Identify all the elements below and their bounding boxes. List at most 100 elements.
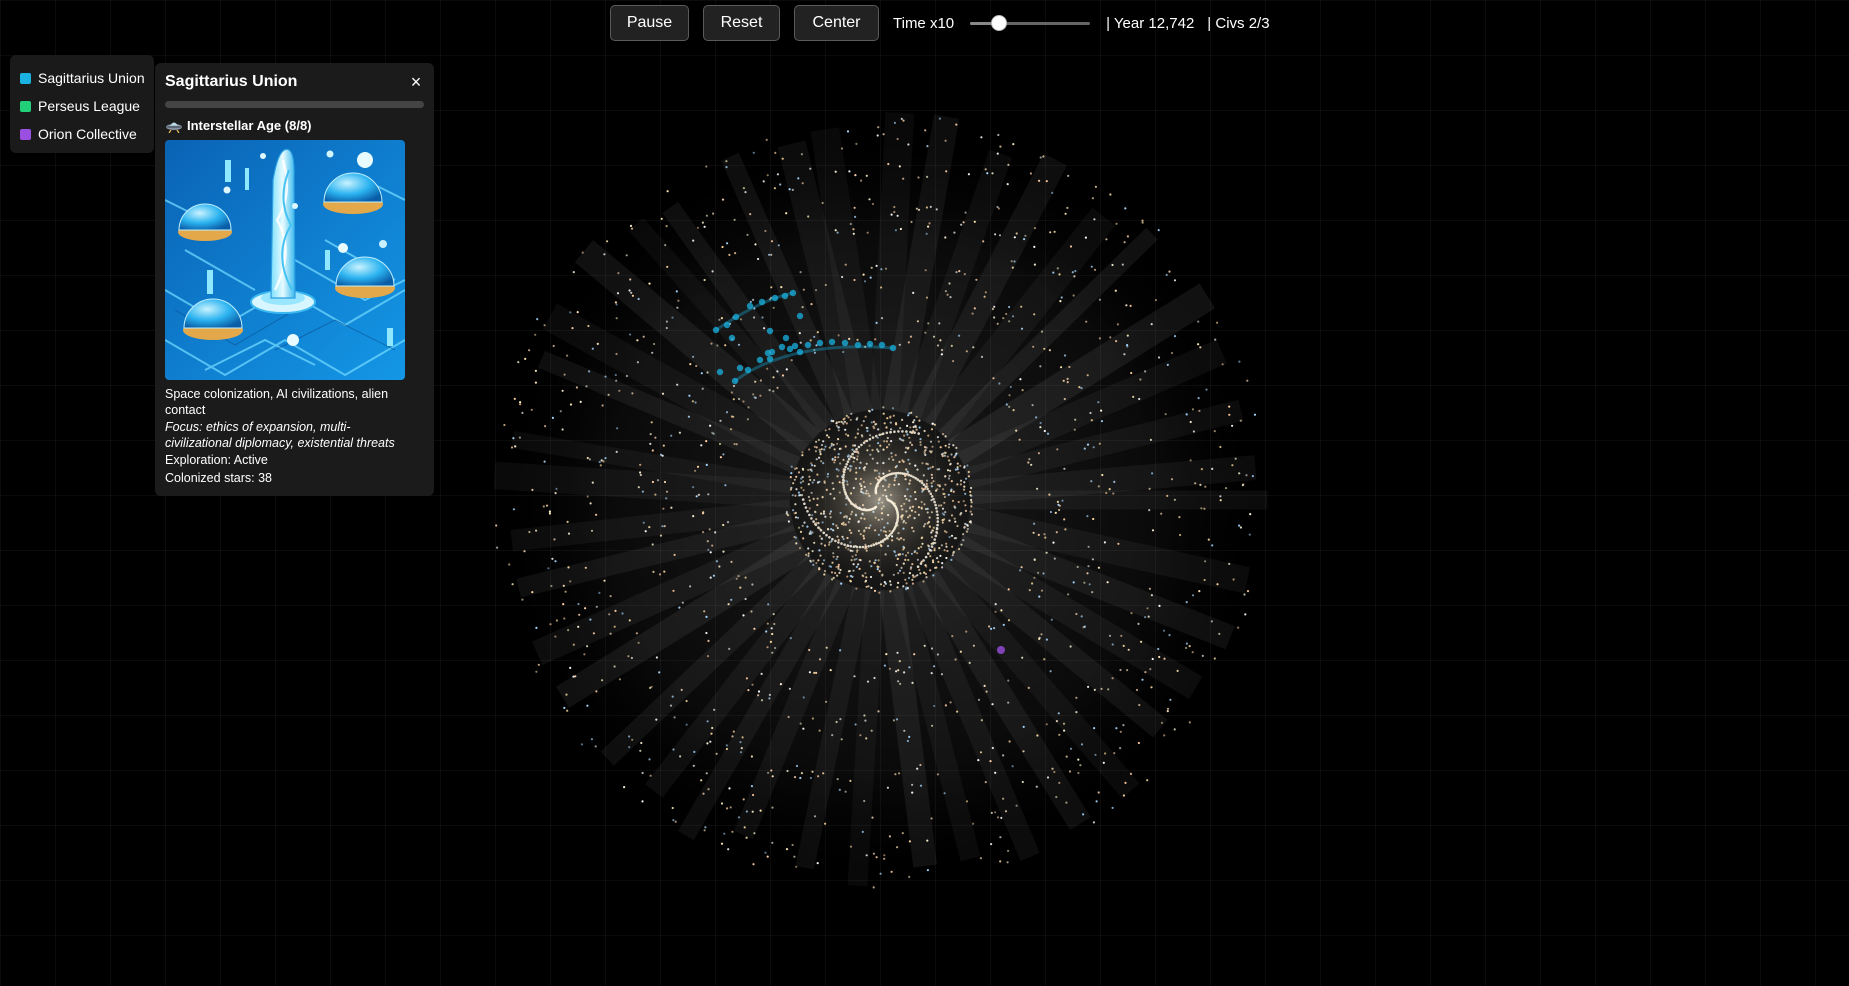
close-icon[interactable]: × xyxy=(408,73,424,91)
colonized-star[interactable] xyxy=(796,312,804,320)
star xyxy=(1063,467,1066,470)
star xyxy=(924,269,927,272)
star xyxy=(777,244,780,247)
star xyxy=(1188,645,1191,648)
colonized-star[interactable] xyxy=(804,341,812,349)
pause-button[interactable]: Pause xyxy=(610,5,689,41)
star xyxy=(862,273,865,276)
star xyxy=(662,507,665,510)
star xyxy=(1093,688,1096,692)
legend-item-sagittarius-union[interactable]: Sagittarius Union xyxy=(20,64,154,92)
star xyxy=(578,613,581,616)
star xyxy=(888,835,892,838)
legend-item-perseus-league[interactable]: Perseus League xyxy=(20,92,154,120)
star xyxy=(938,117,942,120)
star xyxy=(709,424,712,427)
reset-button[interactable]: Reset xyxy=(703,5,780,41)
star xyxy=(1049,231,1052,234)
star xyxy=(818,729,821,732)
star xyxy=(799,776,802,780)
star xyxy=(1048,493,1051,496)
colonized-star[interactable] xyxy=(766,327,774,335)
star xyxy=(740,747,743,750)
star xyxy=(1148,487,1151,490)
colonized-star[interactable] xyxy=(786,345,794,353)
star xyxy=(908,840,912,843)
star xyxy=(953,231,956,234)
star xyxy=(674,820,677,823)
star xyxy=(936,344,940,347)
star xyxy=(572,643,575,646)
center-button[interactable]: Center xyxy=(794,5,879,41)
star xyxy=(989,760,992,763)
star xyxy=(1205,388,1208,391)
star xyxy=(838,788,841,791)
colonized-star[interactable] xyxy=(736,364,744,372)
star xyxy=(944,290,948,293)
star xyxy=(1115,222,1118,225)
colonized-star[interactable] xyxy=(841,339,849,347)
star xyxy=(873,676,876,680)
star xyxy=(926,869,930,872)
star xyxy=(733,442,736,446)
star xyxy=(569,580,572,583)
star xyxy=(1049,510,1052,514)
star xyxy=(811,770,814,773)
slider-thumb[interactable] xyxy=(990,15,1007,31)
orion-territory[interactable] xyxy=(997,646,1005,654)
star xyxy=(1020,327,1024,330)
legend-item-orion-collective[interactable]: Orion Collective xyxy=(20,120,154,148)
star xyxy=(496,546,499,549)
star xyxy=(584,566,587,569)
colonized-star[interactable] xyxy=(728,334,736,342)
colonized-star[interactable] xyxy=(828,338,836,346)
star xyxy=(1157,229,1160,232)
star xyxy=(916,767,919,770)
star xyxy=(627,655,630,658)
star xyxy=(584,607,587,610)
star xyxy=(807,215,810,218)
star xyxy=(908,735,911,739)
star xyxy=(977,698,981,702)
star xyxy=(706,655,710,658)
time-speed-slider[interactable] xyxy=(970,13,1091,33)
star xyxy=(1043,429,1046,433)
star xyxy=(1203,507,1206,510)
star xyxy=(1059,300,1062,303)
star xyxy=(899,682,902,686)
star xyxy=(1076,565,1079,569)
colonized-star[interactable] xyxy=(816,339,824,347)
colonized-star[interactable] xyxy=(756,356,764,364)
colonized-star[interactable] xyxy=(997,646,1005,654)
star xyxy=(631,738,634,741)
colonized-star[interactable] xyxy=(778,343,786,351)
star xyxy=(759,394,762,397)
star xyxy=(1231,464,1234,467)
star xyxy=(990,811,993,815)
star xyxy=(925,296,929,299)
star xyxy=(1242,483,1245,486)
colonized-star[interactable] xyxy=(782,334,790,342)
star xyxy=(959,650,962,653)
star xyxy=(1068,365,1071,369)
colonized-star[interactable] xyxy=(716,368,724,376)
star xyxy=(779,183,782,186)
legend-swatch xyxy=(20,72,31,84)
star xyxy=(992,377,995,380)
star xyxy=(924,331,927,334)
civ-legend: Sagittarius Union Perseus League Orion C… xyxy=(10,55,154,153)
star xyxy=(1106,581,1109,584)
star xyxy=(731,830,734,833)
star xyxy=(965,800,969,803)
star xyxy=(967,173,971,176)
star xyxy=(855,142,858,145)
star xyxy=(702,531,705,534)
star xyxy=(722,453,725,456)
colonized-stars: Colonized stars: 38 xyxy=(165,471,273,485)
star xyxy=(760,699,764,702)
star xyxy=(1065,801,1068,804)
star xyxy=(1148,509,1151,512)
star xyxy=(766,855,769,858)
star xyxy=(715,560,719,563)
colonized-star[interactable] xyxy=(764,349,772,357)
